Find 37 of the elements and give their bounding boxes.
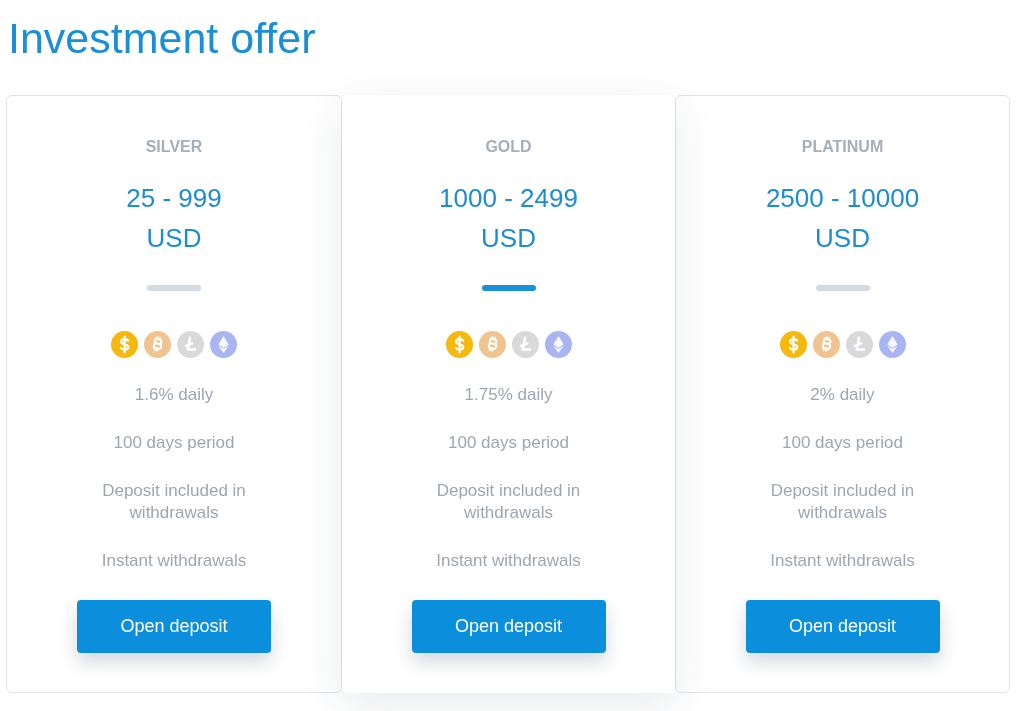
dollar-coin-icon — [445, 331, 473, 358]
bitcoin-icon — [144, 331, 171, 358]
plan-feature: 1.75% daily — [464, 384, 553, 406]
plan-feature: 100 days period — [448, 432, 569, 454]
ethereum-icon — [544, 331, 572, 358]
amount-range: 1000 - 2499 — [439, 182, 578, 215]
open-deposit-button[interactable]: Open deposit — [77, 600, 271, 653]
plan-feature: Deposit included in withdrawals — [435, 480, 582, 524]
plan-name: SILVER — [145, 137, 203, 157]
litecoin-icon — [845, 331, 873, 358]
plan-feature: Instant withdrawals — [770, 550, 915, 572]
ethereum-icon — [878, 331, 906, 358]
plan-feature: Instant withdrawals — [101, 550, 247, 572]
plan-feature: Deposit included in withdrawals — [769, 480, 916, 524]
ethereum-icon — [210, 331, 237, 358]
amount-range: 2500 - 10000 — [765, 182, 920, 215]
litecoin-icon — [511, 331, 539, 358]
plan-name: GOLD — [485, 137, 532, 157]
dollar-coin-icon — [111, 331, 138, 358]
dollar-coin-icon — [779, 331, 807, 358]
bitcoin-icon — [478, 331, 506, 358]
litecoin-icon — [177, 331, 204, 358]
page-title: Investment offer — [8, 17, 316, 60]
bitcoin-icon — [812, 331, 840, 358]
plan-feature: Deposit included in withdrawals — [101, 480, 247, 524]
plan-feature: 2% daily — [810, 384, 875, 406]
plan-feature: 100 days period — [782, 432, 903, 454]
plan-feature: 1.6% daily — [134, 384, 214, 406]
open-deposit-button[interactable]: Open deposit — [411, 600, 606, 653]
currency-label: USD — [815, 222, 870, 255]
plan-feature: 100 days period — [113, 432, 235, 454]
currency-label: USD — [481, 222, 536, 255]
plan-feature: Instant withdrawals — [436, 550, 581, 572]
plan-name: PLATINUM — [801, 137, 884, 157]
currency-label: USD — [146, 222, 202, 255]
amount-range: 25 - 999 — [126, 182, 222, 215]
open-deposit-button[interactable]: Open deposit — [745, 600, 940, 653]
